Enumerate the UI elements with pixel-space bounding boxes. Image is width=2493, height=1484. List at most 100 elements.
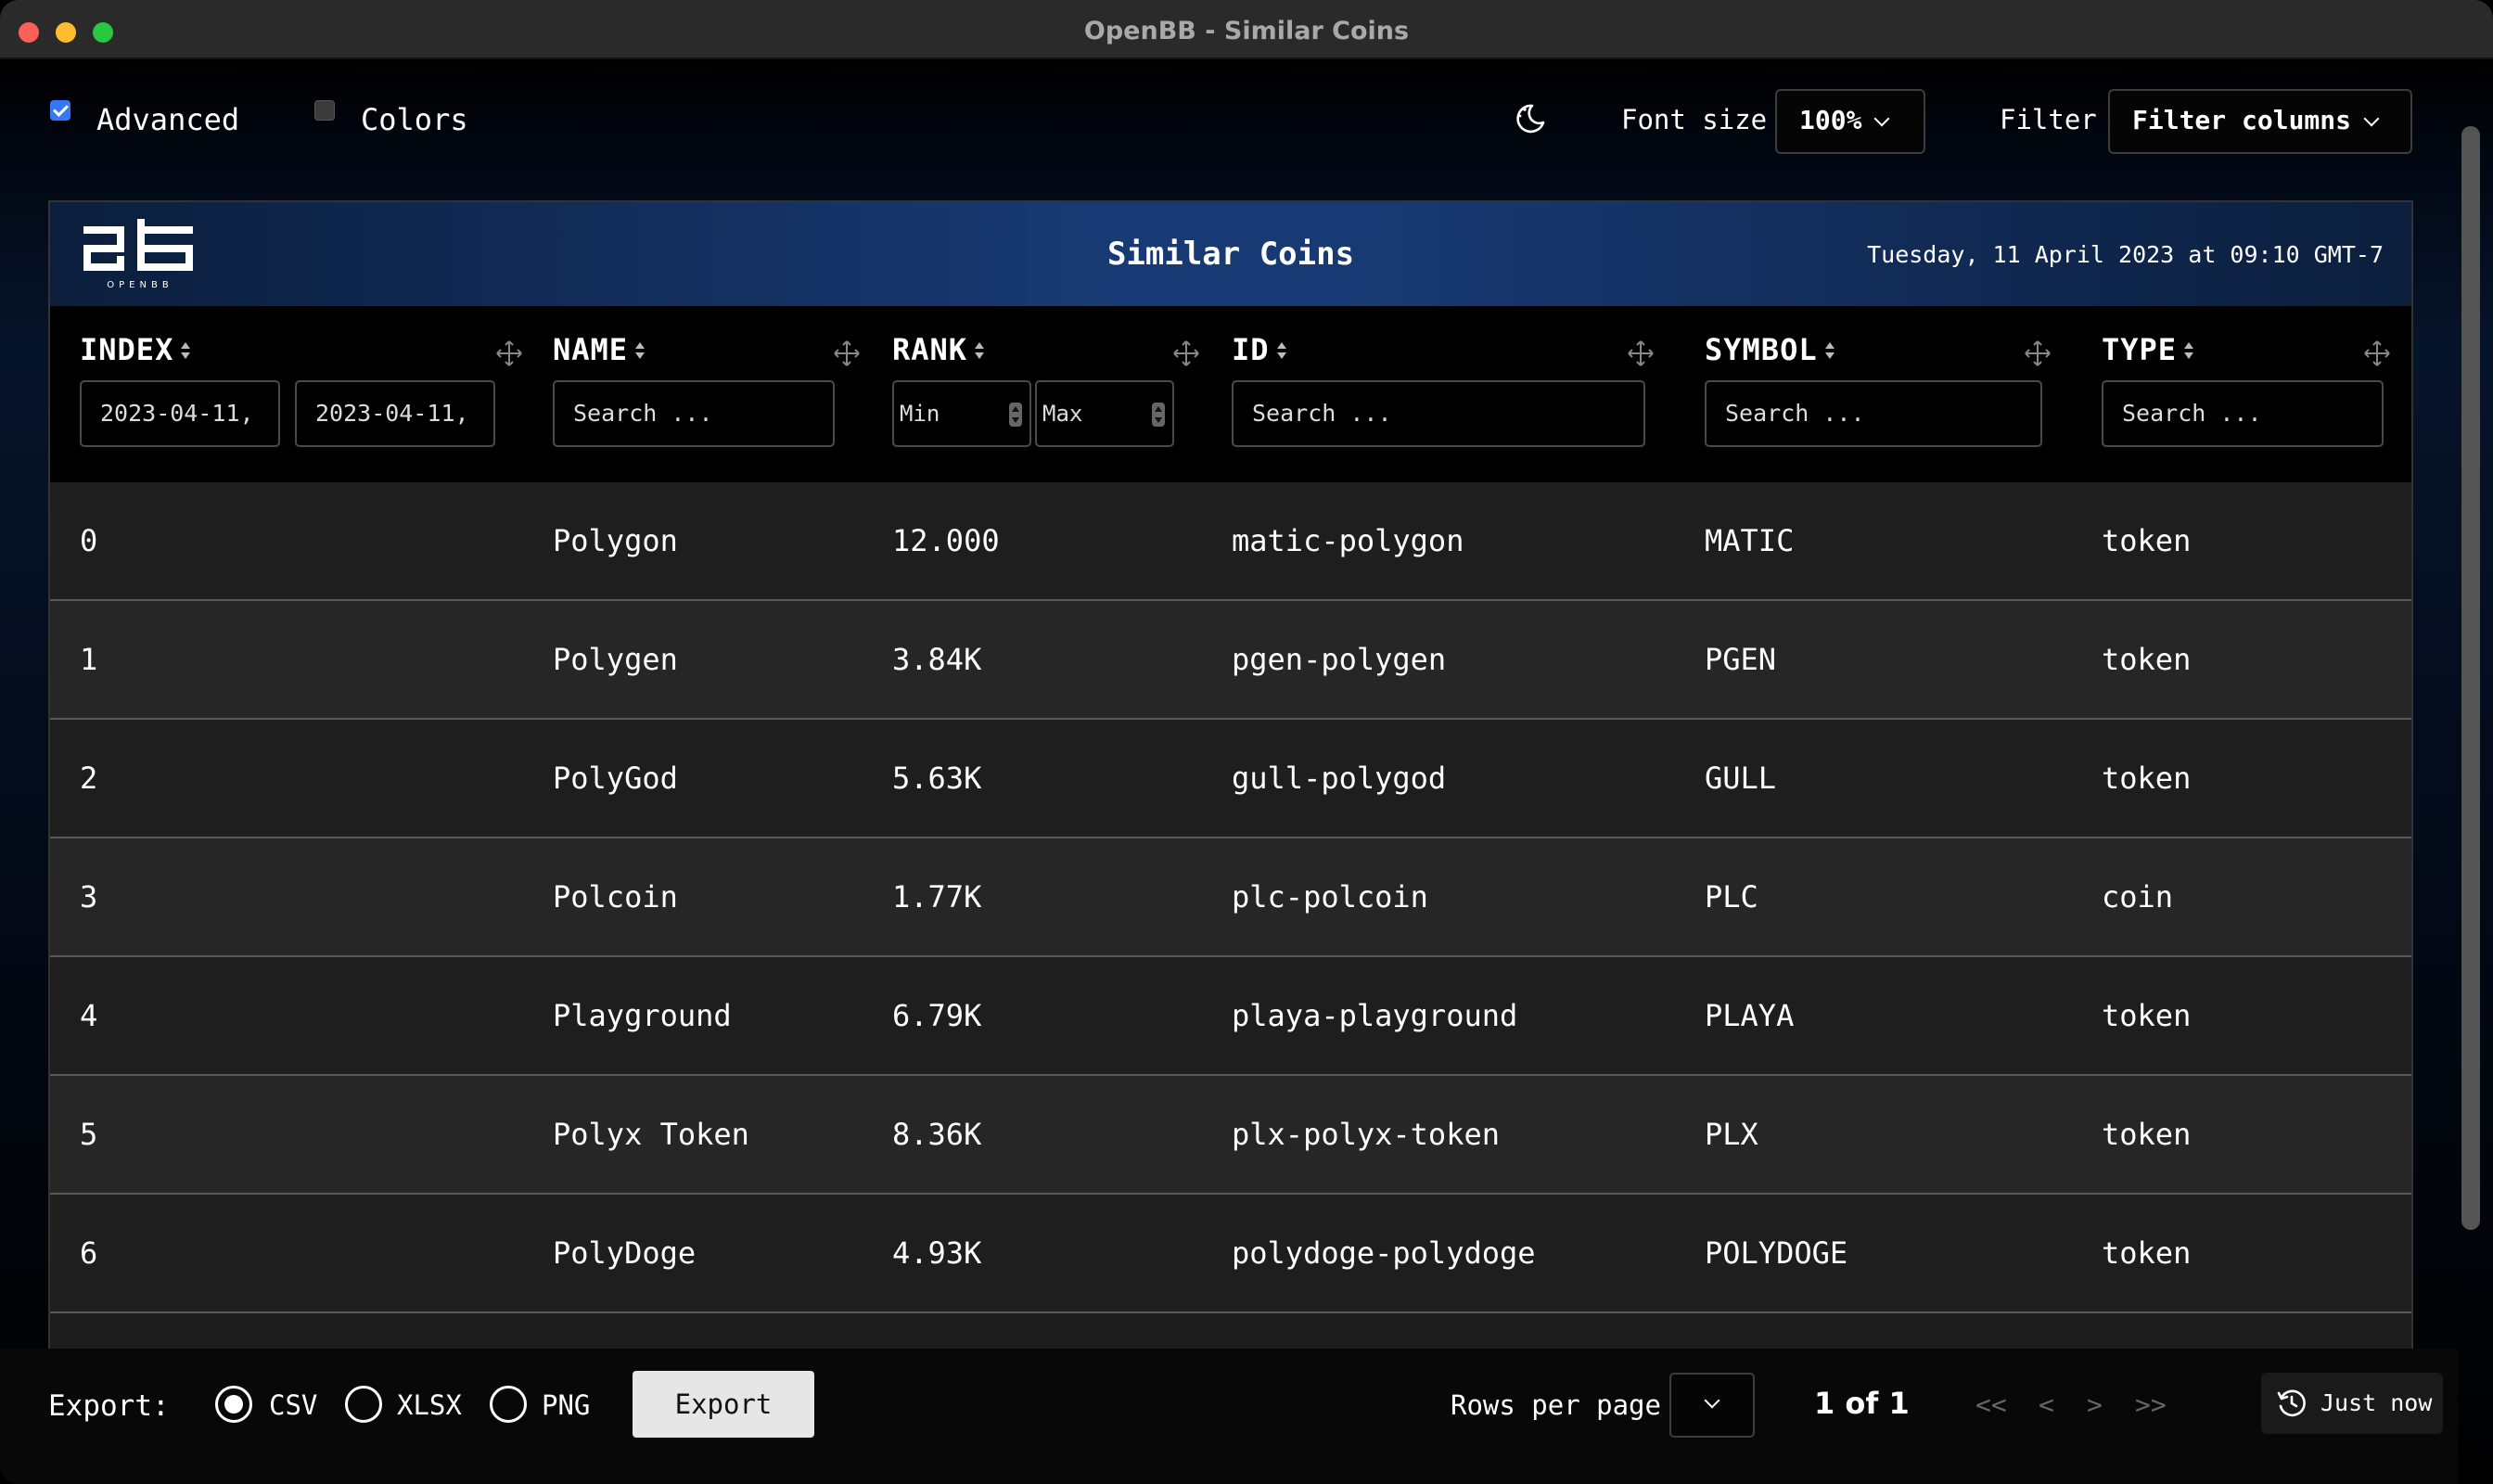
index-to-date-input[interactable]: 2023-04-11,: [295, 380, 495, 447]
sort-icon[interactable]: [635, 340, 646, 361]
content-area: Advanced Colors Font size 100% Filter Fi…: [0, 59, 2493, 1484]
sort-icon[interactable]: [975, 340, 985, 361]
cell-index: 1: [80, 642, 98, 677]
cell-index: 6: [80, 1235, 98, 1271]
table-row[interactable]: 0 Polygon 12.000 matic-polygon MATIC tok…: [50, 482, 2411, 601]
cell-index: 4: [80, 998, 98, 1033]
cell-id: plx-polyx-token: [1232, 1117, 1500, 1152]
sort-icon[interactable]: [2184, 340, 2194, 361]
column-header-rank[interactable]: RANK: [892, 332, 985, 367]
png-label: PNG: [542, 1389, 591, 1421]
rank-max-input[interactable]: Max: [1035, 380, 1174, 447]
move-icon[interactable]: [2363, 339, 2391, 367]
move-icon[interactable]: [1627, 339, 1655, 367]
cell-id: playa-playground: [1232, 998, 1518, 1033]
export-button[interactable]: Export: [633, 1371, 814, 1438]
footer-bar: Export: CSV XLSX PNG Export Rows per pag…: [0, 1349, 2458, 1484]
refresh-button[interactable]: Just now: [2261, 1373, 2443, 1434]
cell-id: gull-polygod: [1232, 761, 1447, 796]
table-row[interactable]: 5 Polyx Token 8.36K plx-polyx-token PLX …: [50, 1076, 2411, 1195]
index-from-date-input[interactable]: 2023-04-11,: [80, 380, 280, 447]
cell-type: coin: [2102, 879, 2174, 915]
cell-type: token: [2102, 998, 2192, 1033]
prev-page-button[interactable]: <: [2039, 1389, 2054, 1420]
moon-stars-icon[interactable]: [1514, 102, 1547, 135]
cell-index: 2: [80, 761, 98, 796]
chevron-down-icon: [1873, 110, 1890, 127]
timestamp: Tuesday, 11 April 2023 at 09:10 GMT-7: [1867, 241, 2384, 268]
column-header-type[interactable]: TYPE: [2102, 332, 2194, 367]
move-icon[interactable]: [1172, 339, 1200, 367]
type-search-input[interactable]: Search ...: [2102, 380, 2384, 447]
refresh-label: Just now: [2320, 1389, 2433, 1416]
cell-symbol: PLC: [1705, 879, 1758, 915]
csv-label: CSV: [269, 1389, 318, 1421]
column-header-index[interactable]: INDEX: [80, 332, 191, 367]
cell-symbol: MATIC: [1705, 523, 1795, 558]
table-row[interactable]: 3 Polcoin 1.77K plc-polcoin PLC coin: [50, 838, 2411, 957]
cell-index: 5: [80, 1117, 98, 1152]
cell-id: plc-polcoin: [1232, 879, 1428, 915]
cell-rank: 12.000: [892, 523, 1000, 558]
cell-name: Polygon: [553, 523, 678, 558]
filter-columns-select[interactable]: Filter columns: [2108, 89, 2412, 154]
png-radio[interactable]: [490, 1386, 527, 1423]
vertical-scrollbar[interactable]: [2461, 126, 2480, 1230]
cell-rank: 6.79K: [892, 998, 982, 1033]
sort-icon[interactable]: [1824, 340, 1835, 361]
font-size-value: 100%: [1799, 105, 1862, 135]
filter-label: Filter: [2000, 104, 2097, 135]
rank-min-input[interactable]: Min: [892, 380, 1031, 447]
last-page-button[interactable]: >>: [2135, 1389, 2167, 1420]
id-search-input[interactable]: Search ...: [1232, 380, 1645, 447]
cell-symbol: PGEN: [1705, 642, 1777, 677]
font-size-select[interactable]: 100%: [1775, 89, 1925, 154]
move-icon[interactable]: [833, 339, 861, 367]
first-page-button[interactable]: <<: [1975, 1389, 2007, 1420]
cell-rank: 5.63K: [892, 761, 982, 796]
rows-per-page-select[interactable]: [1669, 1373, 1755, 1438]
move-icon[interactable]: [2024, 339, 2052, 367]
column-header-id[interactable]: ID: [1232, 332, 1286, 367]
table-row[interactable]: 2 PolyGod 5.63K gull-polygod GULL token: [50, 720, 2411, 838]
table-row[interactable]: 4 Playground 6.79K playa-playground PLAY…: [50, 957, 2411, 1076]
cell-index: 3: [80, 879, 98, 915]
table-row[interactable]: 6 PolyDoge 4.93K polydoge-polydoge POLYD…: [50, 1195, 2411, 1313]
export-label: Export:: [48, 1389, 170, 1423]
cell-symbol: POLYDOGE: [1705, 1235, 1848, 1271]
cell-name: Polygen: [553, 642, 678, 677]
column-header-symbol[interactable]: SYMBOL: [1705, 332, 1835, 367]
table-panel: OPENBB Similar Coins Tuesday, 11 April 2…: [48, 200, 2413, 1406]
logo-text: OPENBB: [107, 280, 173, 290]
advanced-checkbox[interactable]: [50, 100, 70, 121]
move-icon[interactable]: [495, 339, 523, 367]
next-page-button[interactable]: >: [2087, 1389, 2103, 1420]
clock-history-icon: [2277, 1389, 2306, 1417]
table-header: INDEX 2023-04-11, 2023-04-11, NAME Searc…: [50, 306, 2411, 482]
cell-rank: 3.84K: [892, 642, 982, 677]
csv-radio[interactable]: [215, 1386, 252, 1423]
cell-name: PolyDoge: [553, 1235, 697, 1271]
sort-icon[interactable]: [181, 340, 191, 361]
symbol-search-input[interactable]: Search ...: [1705, 380, 2042, 447]
table-body: 0 Polygon 12.000 matic-polygon MATIC tok…: [50, 482, 2411, 1313]
cell-type: token: [2102, 642, 2192, 677]
xlsx-radio[interactable]: [345, 1386, 382, 1423]
colors-label: Colors: [361, 102, 468, 137]
cell-type: token: [2102, 523, 2192, 558]
rows-per-page-label: Rows per page: [1451, 1389, 1661, 1421]
table-row[interactable]: 1 Polygen 3.84K pgen-polygen PGEN token: [50, 601, 2411, 720]
stepper-icon[interactable]: [1009, 403, 1022, 427]
stepper-icon[interactable]: [1152, 403, 1165, 427]
sort-icon[interactable]: [1276, 340, 1286, 361]
cell-name: Polcoin: [553, 879, 678, 915]
chevron-down-icon: [2363, 110, 2380, 127]
name-search-input[interactable]: Search ...: [553, 380, 835, 447]
column-header-name[interactable]: NAME: [553, 332, 646, 367]
table-banner: OPENBB Similar Coins Tuesday, 11 April 2…: [50, 202, 2411, 306]
cell-name: PolyGod: [553, 761, 678, 796]
cell-id: matic-polygon: [1232, 523, 1464, 558]
page-info: 1 of 1: [1814, 1386, 1910, 1421]
cell-symbol: PLX: [1705, 1117, 1758, 1152]
colors-checkbox[interactable]: [314, 100, 335, 121]
